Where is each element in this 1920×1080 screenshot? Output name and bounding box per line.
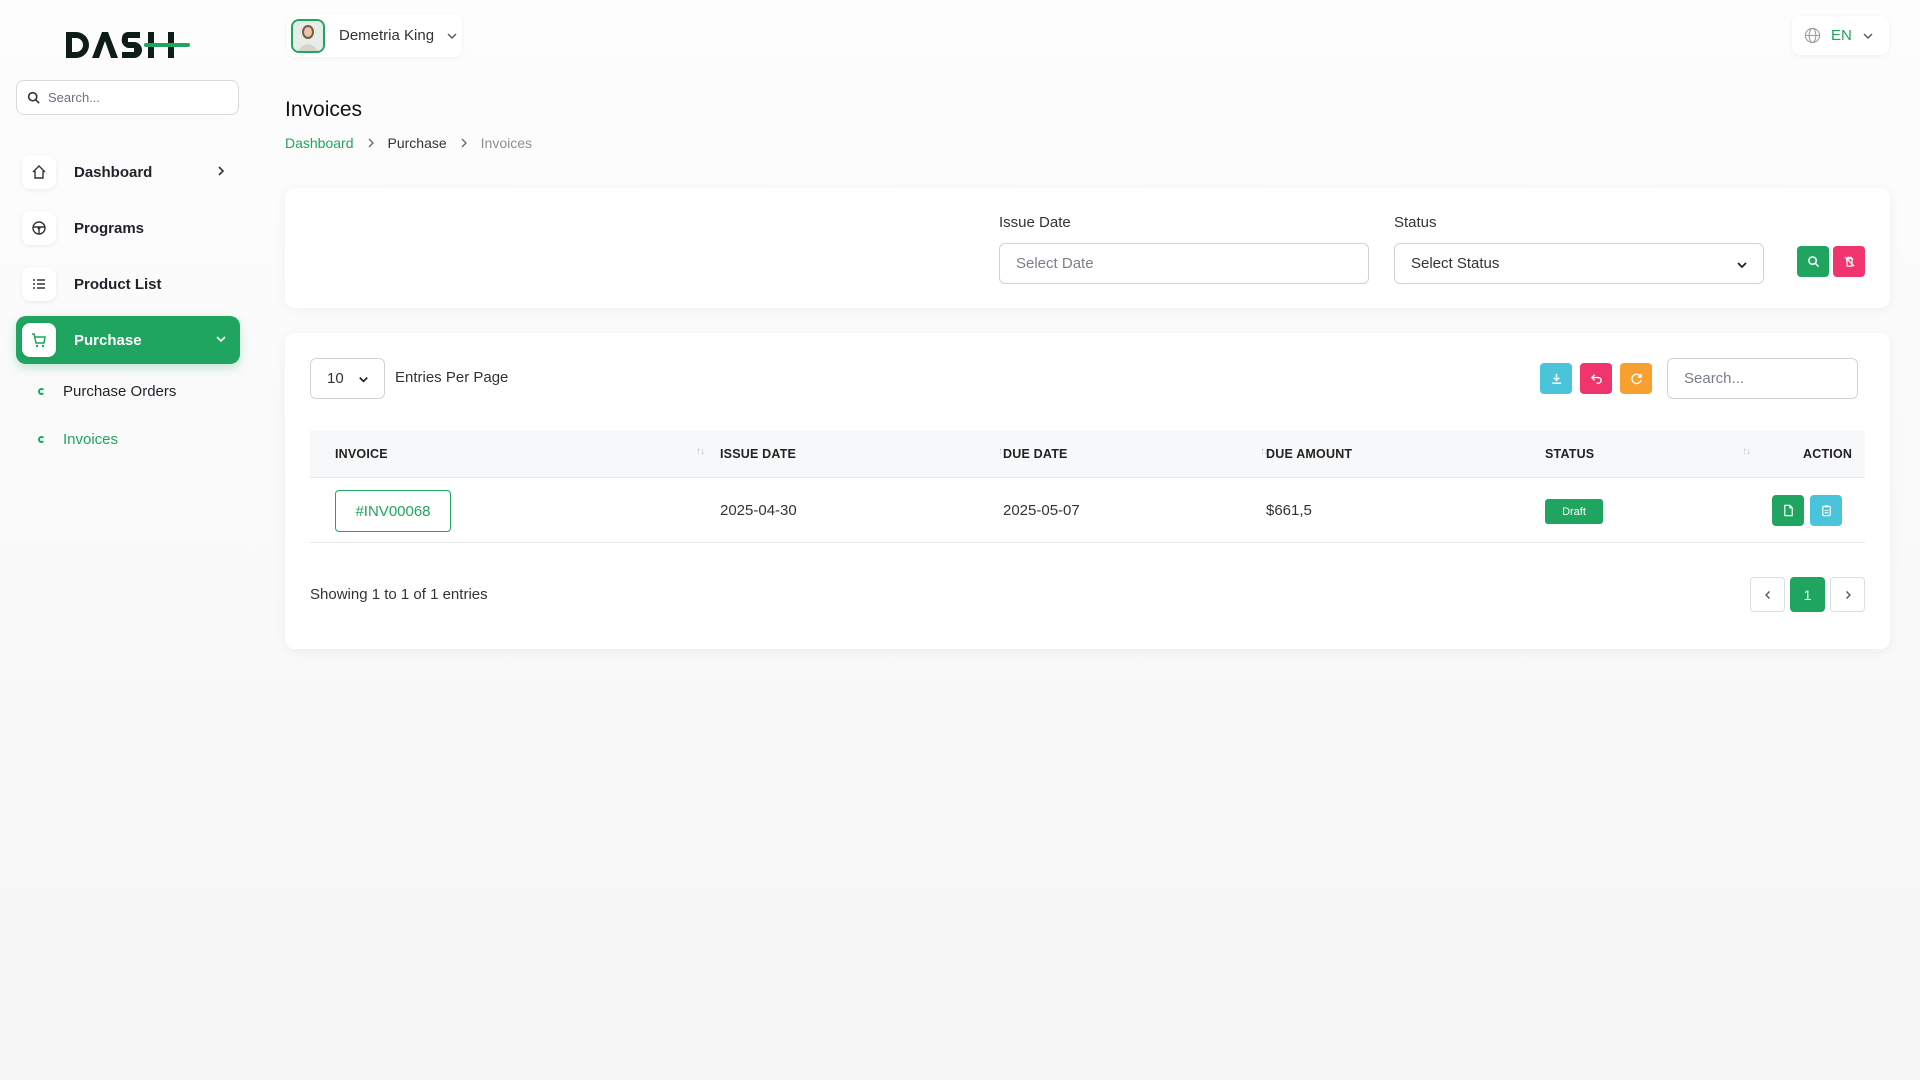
entries-per-page-select[interactable]: 10 — [310, 358, 385, 399]
sidebar-item-purchase[interactable]: Purchase — [16, 316, 240, 364]
sidebar-subitem-label: Invoices — [63, 431, 119, 448]
export-button[interactable] — [1540, 363, 1572, 394]
table-header: INVOICE ↑↓ ISSUE DATE ↑↓ DUE DATE ↑↓ DUE… — [310, 430, 1865, 478]
invoices-table-card: 10 Entries Per Page Search... INVOICE ↑↓… — [285, 333, 1890, 649]
chevron-down-icon — [216, 336, 226, 343]
list-icon — [22, 267, 56, 301]
bullet-icon — [38, 436, 45, 443]
sidebar-search-placeholder: Search... — [48, 90, 101, 105]
previous-page-button[interactable] — [1750, 577, 1785, 612]
sidebar-subitem-label: Purchase Orders — [63, 383, 177, 400]
table-row: #INV00068 2025-04-30 2025-05-07 $661,5 D… — [310, 478, 1865, 543]
page-button-current[interactable]: 1 — [1790, 577, 1825, 612]
status-select-value: Select Status — [1411, 255, 1500, 272]
home-icon — [22, 155, 56, 189]
due-date-cell: 2025-05-07 — [1003, 502, 1080, 519]
sidebar: Search... Dashboard Programs Product Lis… — [0, 0, 256, 1080]
issue-date-field[interactable]: Select Date — [999, 243, 1369, 284]
sidebar-item-programs[interactable]: Programs — [16, 204, 240, 252]
reload-button[interactable] — [1620, 363, 1652, 394]
sidebar-item-label: Programs — [74, 219, 145, 237]
steering-wheel-icon — [22, 211, 56, 245]
search-icon — [27, 91, 40, 104]
table-search-input[interactable]: Search... — [1667, 358, 1858, 399]
issue-date-label: Issue Date — [999, 214, 1071, 231]
issue-date-cell: 2025-04-30 — [720, 502, 797, 519]
chevron-down-icon — [359, 377, 368, 383]
bullet-icon — [38, 388, 45, 395]
status-badge: Draft — [1545, 499, 1603, 524]
column-header-status[interactable]: STATUS — [1545, 447, 1594, 461]
language-selector[interactable]: EN — [1792, 16, 1889, 55]
user-menu[interactable]: Demetria King — [287, 14, 462, 57]
invoice-number-link[interactable]: #INV00068 — [335, 490, 451, 532]
entries-per-page-value: 10 — [327, 370, 344, 387]
undo-icon — [1590, 374, 1602, 384]
clipboard-icon — [1821, 505, 1831, 517]
column-header-due-amount[interactable]: DUE AMOUNT — [1266, 447, 1352, 461]
reset-button[interactable] — [1580, 363, 1612, 394]
column-header-action: ACTION — [1803, 447, 1853, 461]
filter-card: Issue Date Select Date Status Select Sta… — [285, 188, 1890, 308]
apply-filter-button[interactable] — [1797, 246, 1829, 277]
breadcrumb-dashboard[interactable]: Dashboard — [285, 135, 354, 151]
sort-icon[interactable]: ↑↓ — [1742, 446, 1751, 457]
chevron-down-icon — [1863, 33, 1873, 39]
sidebar-item-label: Purchase — [74, 331, 142, 349]
sort-icon[interactable]: ↑↓ — [696, 446, 705, 457]
sidebar-item-dashboard[interactable]: Dashboard — [16, 148, 240, 196]
copy-invoice-button[interactable] — [1810, 495, 1842, 526]
language-code: EN — [1831, 27, 1852, 44]
table-search-placeholder: Search... — [1684, 370, 1745, 387]
sidebar-subitem-purchase-orders[interactable]: Purchase Orders — [38, 383, 176, 400]
breadcrumb-invoices: Invoices — [480, 135, 533, 151]
refresh-icon — [1630, 373, 1642, 385]
chevron-down-icon — [447, 33, 457, 39]
breadcrumb-purchase[interactable]: Purchase — [388, 135, 447, 151]
breadcrumb: Dashboard Purchase Invoices — [285, 135, 532, 151]
chevron-right-icon — [461, 138, 467, 148]
column-header-issue-date[interactable]: ISSUE DATE — [720, 447, 796, 461]
cart-icon — [22, 323, 56, 357]
trash-icon — [1843, 256, 1855, 267]
sidebar-subitem-invoices[interactable]: Invoices — [38, 431, 118, 448]
view-invoice-button[interactable] — [1772, 495, 1804, 526]
chevron-right-icon — [1845, 590, 1851, 599]
user-name: Demetria King — [339, 27, 435, 44]
search-icon — [1807, 256, 1819, 268]
sidebar-item-product-list[interactable]: Product List — [16, 260, 240, 308]
due-amount-cell: $661,5 — [1266, 502, 1312, 519]
sidebar-search-input[interactable]: Search... — [16, 80, 239, 115]
globe-icon — [1804, 27, 1821, 44]
chevron-down-icon — [1737, 262, 1747, 269]
next-page-button[interactable] — [1830, 577, 1865, 612]
download-icon — [1551, 373, 1561, 384]
avatar — [291, 18, 325, 53]
entries-per-page-label: Entries Per Page — [395, 369, 509, 386]
issue-date-placeholder: Select Date — [1016, 255, 1094, 272]
sidebar-item-label: Product List — [74, 275, 162, 293]
column-header-invoice[interactable]: INVOICE — [335, 447, 388, 461]
chevron-right-icon — [368, 138, 374, 148]
clear-filter-button[interactable] — [1833, 246, 1865, 277]
chevron-left-icon — [1764, 590, 1770, 599]
pagination-summary: Showing 1 to 1 of 1 entries — [310, 586, 488, 603]
sidebar-item-label: Dashboard — [74, 163, 153, 181]
chevron-right-icon — [218, 166, 225, 176]
column-header-due-date[interactable]: DUE DATE — [1003, 447, 1068, 461]
page-title: Invoices — [285, 98, 363, 121]
file-icon — [1783, 504, 1793, 517]
status-select[interactable]: Select Status — [1394, 243, 1764, 284]
dash-logo[interactable] — [64, 28, 190, 62]
status-label: Status — [1394, 214, 1437, 231]
